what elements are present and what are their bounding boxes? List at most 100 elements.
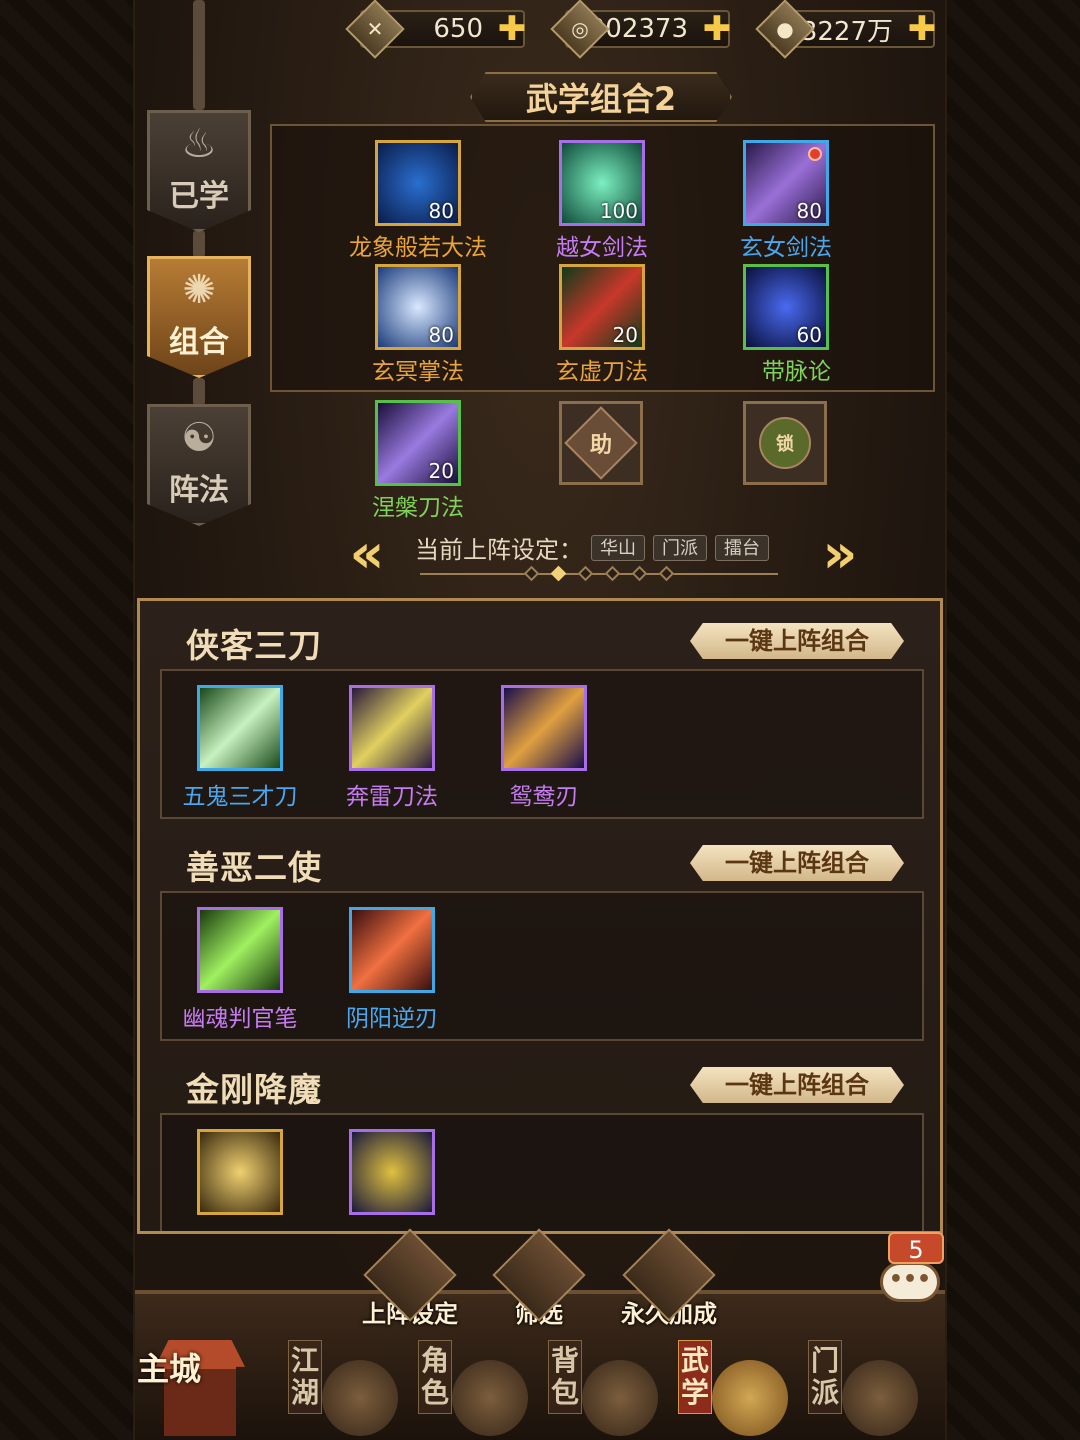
- combo-list[interactable]: 侠客三刀 一键上阵组合 五鬼三才刀 奔雷刀法 鸳鸯刃 善恶二使 一键上阵组合 幽…: [137, 598, 943, 1234]
- add-gold-button[interactable]: ✚: [702, 12, 732, 46]
- combo-skill[interactable]: [170, 1129, 310, 1215]
- nav-bag[interactable]: 背包: [542, 1340, 662, 1440]
- nav-label: 背包: [548, 1340, 582, 1414]
- currency-gem: ✕ 650 ✚: [345, 0, 527, 59]
- combo-skill[interactable]: 鸳鸯刃: [474, 685, 614, 811]
- left-border-decoration: [0, 0, 135, 1440]
- tab-rope: [193, 0, 205, 110]
- skill-name: 幽魂判官笔: [182, 1006, 298, 1032]
- prev-preset-button[interactable]: «: [345, 527, 389, 581]
- combo-skills: 幽魂判官笔 阴阳逆刃: [160, 891, 924, 1041]
- scroll-icon: [452, 1360, 528, 1436]
- chat-button[interactable]: ••• 5: [872, 1232, 944, 1302]
- skill-name: 奔雷刀法: [346, 784, 438, 810]
- skill-slot[interactable]: 60 带脉论: [741, 264, 831, 386]
- equip-combo-button[interactable]: 一键上阵组合: [690, 623, 904, 659]
- combo-skill[interactable]: 阴阳逆刃: [322, 907, 462, 1033]
- nav-jianghu[interactable]: 江湖: [282, 1340, 402, 1440]
- preset-label: 当前上阵设定：: [415, 536, 583, 564]
- nav-label: 武学: [678, 1340, 712, 1414]
- skill-slot[interactable]: 20 玄虚刀法: [556, 264, 648, 386]
- combo-title: 金刚降魔: [186, 1070, 322, 1109]
- combo-skill[interactable]: 五鬼三才刀: [170, 685, 310, 811]
- preset-tag: 华山: [591, 534, 645, 561]
- equip-combo-button[interactable]: 一键上阵组合: [690, 1067, 904, 1103]
- add-silver-button[interactable]: ✚: [907, 12, 937, 46]
- current-preset: 当前上阵设定： 华山 门派 擂台: [415, 530, 769, 565]
- skill-slot[interactable]: 20 涅槃刀法: [372, 400, 464, 522]
- preset-tag: 门派: [653, 534, 707, 561]
- skill-name: 涅槃刀法: [372, 495, 464, 521]
- formation-settings-button[interactable]: 上阵设定: [355, 1228, 465, 1329]
- tab-rope: [193, 230, 205, 258]
- skill-icon: [197, 907, 283, 993]
- combo-skill[interactable]: [322, 1129, 462, 1215]
- skill-name: 五鬼三才刀: [182, 784, 298, 810]
- tab-rope: [193, 378, 205, 406]
- tab-combo-label: 组合: [169, 325, 229, 360]
- yin-yang-icon: ☯: [181, 415, 217, 461]
- skill-slot[interactable]: 100 越女剑法: [556, 140, 648, 262]
- nav-sect[interactable]: 门派: [802, 1340, 922, 1440]
- skill-slot[interactable]: 80 龙象般若大法: [349, 140, 487, 262]
- nav-label: 角色: [418, 1340, 452, 1414]
- nav-character[interactable]: 角色: [412, 1340, 532, 1440]
- skill-name: 越女剑法: [556, 235, 648, 261]
- book-flame-icon: ♨: [181, 121, 217, 167]
- skill-icon: [501, 685, 587, 771]
- filter-button[interactable]: 筛选: [484, 1228, 594, 1329]
- tab-formation-label: 阵法: [169, 473, 229, 508]
- skill-name: 玄虚刀法: [556, 359, 648, 385]
- assist-slot[interactable]: 助: [559, 401, 643, 485]
- skill-icon: [197, 685, 283, 771]
- nav-martial-arts[interactable]: 武学: [672, 1340, 792, 1440]
- add-gem-button[interactable]: ✚: [497, 12, 527, 46]
- skill-name: 玄女剑法: [740, 235, 832, 261]
- skill-name: 鸳鸯刃: [509, 784, 579, 810]
- combo-skill[interactable]: 幽魂判官笔: [170, 907, 310, 1033]
- lock-icon: 锁: [776, 434, 794, 455]
- nav-main-city[interactable]: 主城: [135, 1330, 250, 1440]
- preset-tag: 擂台: [715, 534, 769, 561]
- currency-gem-value: 650: [433, 14, 483, 44]
- combo-header: 侠客三刀 一键上阵组合: [140, 605, 940, 669]
- skill-icon: 80: [375, 264, 461, 350]
- skill-slot[interactable]: 80 玄女剑法: [740, 140, 832, 262]
- skill-icon: 20: [375, 400, 461, 486]
- combo-title: 侠客三刀: [186, 626, 322, 665]
- assist-label: 助: [589, 432, 613, 458]
- banner-icon: [322, 1360, 398, 1436]
- book-icon: [712, 1360, 788, 1436]
- combo-header: 善恶二使 一键上阵组合: [140, 827, 940, 891]
- permanent-bonus-button[interactable]: 永久加成: [614, 1228, 724, 1329]
- tab-combo[interactable]: ✺ 组合: [147, 256, 251, 378]
- combo-skills: [160, 1113, 924, 1231]
- skill-icon: [197, 1129, 283, 1215]
- currency-silver: ● 3227万 ✚: [755, 0, 937, 59]
- skill-name: 玄冥掌法: [372, 359, 464, 385]
- skill-icon: 100: [559, 140, 645, 226]
- nav-label: 门派: [808, 1340, 842, 1414]
- tab-formation[interactable]: ☯ 阵法: [147, 404, 251, 526]
- skill-icon: 60: [743, 264, 829, 350]
- preset-page-line: [420, 573, 778, 575]
- skill-name: 龙象般若大法: [349, 235, 487, 261]
- combo-header: 金刚降魔 一键上阵组合: [140, 1049, 940, 1113]
- new-indicator-dot: [808, 147, 822, 161]
- chat-badge: 5: [888, 1232, 944, 1264]
- next-preset-button[interactable]: »: [818, 527, 862, 581]
- combo-skill[interactable]: 奔雷刀法: [322, 685, 462, 811]
- combo-skills: 五鬼三才刀 奔雷刀法 鸳鸯刃: [160, 669, 924, 819]
- bag-icon: [582, 1360, 658, 1436]
- skill-icon: [349, 907, 435, 993]
- chat-bubble-icon: •••: [880, 1262, 940, 1302]
- locked-slot[interactable]: 锁: [743, 401, 827, 485]
- nav-label: 主城: [137, 1350, 202, 1388]
- currency-gold: ◎ 2902373 ✚: [550, 0, 732, 59]
- page-title: 武学组合2: [470, 72, 732, 122]
- skill-icon: 20: [559, 264, 645, 350]
- skill-slot[interactable]: 80 玄冥掌法: [372, 264, 464, 386]
- tab-learned[interactable]: ♨ 已学: [147, 110, 251, 232]
- equip-combo-button[interactable]: 一键上阵组合: [690, 845, 904, 881]
- scroll-icon: ✺: [182, 267, 216, 313]
